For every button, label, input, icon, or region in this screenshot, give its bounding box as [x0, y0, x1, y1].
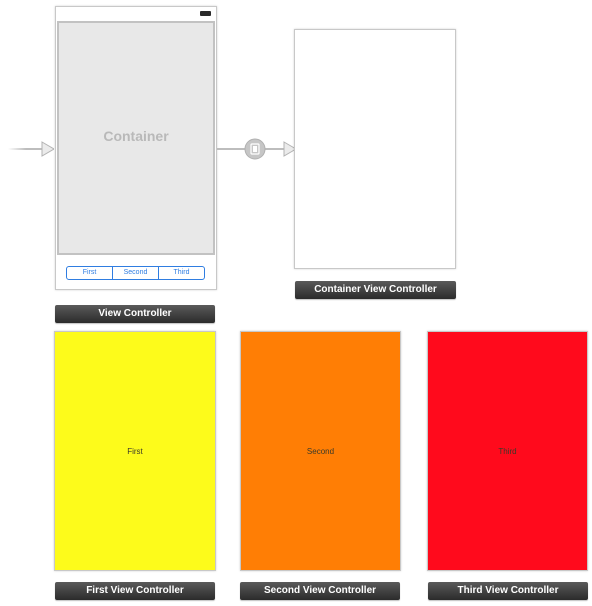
- second-view-controller-scene[interactable]: Second: [240, 331, 401, 571]
- first-view-controller-scene[interactable]: First: [54, 331, 216, 571]
- second-view-controller-label[interactable]: Second View Controller: [240, 582, 400, 600]
- third-view-label: Third: [498, 446, 517, 456]
- view-controller-label[interactable]: View Controller: [55, 305, 215, 323]
- battery-icon: [200, 11, 211, 16]
- segment-second[interactable]: Second: [113, 267, 159, 279]
- third-view-controller-label[interactable]: Third View Controller: [428, 582, 588, 600]
- status-bar: [56, 7, 216, 21]
- segmented-control[interactable]: First Second Third: [66, 266, 205, 280]
- first-view-label: First: [127, 446, 143, 456]
- segment-first[interactable]: First: [67, 267, 113, 279]
- view-controller-scene[interactable]: Container First Second Third: [55, 6, 217, 290]
- second-view-label: Second: [306, 446, 335, 456]
- initial-entry-arrow[interactable]: [8, 140, 54, 158]
- third-view-controller-scene[interactable]: Third: [427, 331, 588, 571]
- segment-third[interactable]: Third: [159, 267, 204, 279]
- embed-segue-icon[interactable]: [244, 138, 266, 160]
- container-view-controller-scene[interactable]: [294, 29, 456, 269]
- embed-segue-line: [217, 148, 245, 150]
- first-view-controller-label[interactable]: First View Controller: [55, 582, 215, 600]
- container-view-label: Container: [103, 128, 169, 144]
- entry-arrow-icon: [8, 141, 54, 157]
- container-view-controller-label[interactable]: Container View Controller: [295, 281, 456, 299]
- container-view[interactable]: Container: [57, 21, 215, 255]
